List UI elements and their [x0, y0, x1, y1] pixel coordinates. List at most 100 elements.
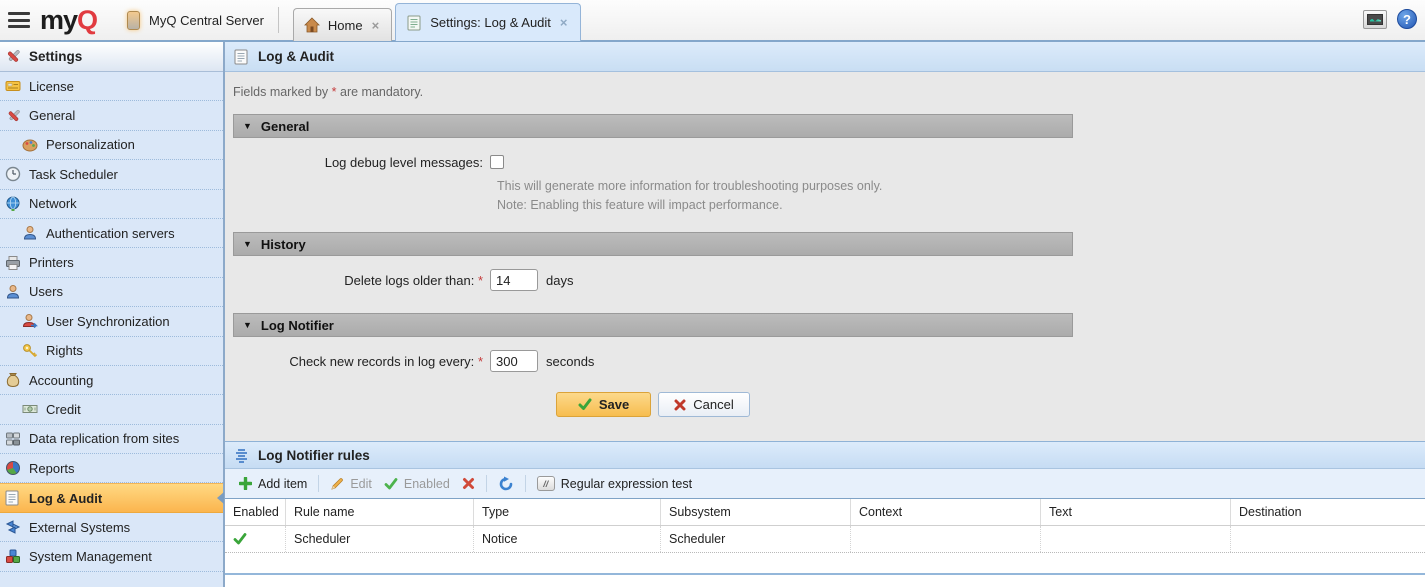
column-header-context[interactable]: Context: [851, 499, 1041, 525]
sidebar-item-label: Printers: [29, 255, 74, 270]
sidebar-item-data-replication[interactable]: Data replication from sites: [0, 425, 223, 454]
debug-checkbox[interactable]: [490, 155, 504, 169]
sidebar-item-label: Authentication servers: [46, 226, 175, 241]
delete-logs-unit: days: [546, 273, 573, 288]
chevron-down-icon: ▼: [243, 239, 252, 249]
sidebar-item-label: Credit: [46, 402, 81, 417]
rules-header: Log Notifier rules: [225, 441, 1425, 469]
tools-icon: [4, 107, 21, 124]
sidebar-item-network[interactable]: Network: [0, 190, 223, 219]
divider: [486, 475, 487, 492]
add-item-button[interactable]: Add item: [233, 472, 313, 496]
sidebar-item-printers[interactable]: Printers: [0, 248, 223, 277]
subsystem-cell: Scheduler: [661, 526, 851, 552]
check-records-row: Check new records in log every: * second…: [225, 350, 1425, 372]
user-sync-icon: [21, 313, 38, 330]
column-header-subsystem[interactable]: Subsystem: [661, 499, 851, 525]
column-header-rule-name[interactable]: Rule name: [286, 499, 474, 525]
share-icon: [4, 519, 21, 536]
top-bar: myQ MyQ Central Server Home × Settings: …: [0, 0, 1425, 42]
close-icon[interactable]: ×: [558, 15, 570, 30]
mandatory-note: Fields marked by * are mandatory.: [233, 85, 1425, 101]
text-cell: [1041, 526, 1231, 552]
document-icon: [406, 14, 423, 31]
column-header-enabled[interactable]: Enabled: [225, 499, 286, 525]
sidebar-item-label: Data replication from sites: [29, 431, 179, 446]
destination-cell: [1231, 526, 1425, 552]
check-records-input[interactable]: [490, 350, 538, 372]
delete-logs-input[interactable]: [490, 269, 538, 291]
section-header-log-notifier[interactable]: ▼ Log Notifier: [233, 313, 1073, 337]
delete-logs-label: Delete logs older than: *: [225, 273, 490, 288]
section-header-general[interactable]: ▼ General: [233, 114, 1073, 138]
tab-label: Home: [328, 18, 363, 33]
sidebar-item-rights[interactable]: Rights: [0, 337, 223, 366]
sidebar-item-label: Accounting: [29, 373, 93, 388]
edit-button[interactable]: Edit: [324, 472, 378, 496]
sidebar-item-label: Task Scheduler: [29, 167, 118, 182]
collapse-arrow-icon[interactable]: [217, 492, 224, 504]
form-actions: Save Cancel: [233, 392, 1073, 417]
close-icon[interactable]: ×: [370, 18, 382, 33]
tab-home[interactable]: Home ×: [293, 8, 392, 41]
debug-help-2: Note: Enabling this feature will impact …: [497, 196, 1425, 215]
column-header-destination[interactable]: Destination: [1231, 499, 1425, 525]
sidebar-item-label: System Management: [29, 549, 152, 564]
enabled-button[interactable]: Enabled: [378, 472, 456, 496]
sidebar-item-system-management[interactable]: System Management: [0, 542, 223, 571]
save-button[interactable]: Save: [556, 392, 651, 417]
sidebar-item-log-audit[interactable]: Log & Audit: [0, 483, 223, 512]
refresh-button[interactable]: [492, 472, 520, 496]
tools-icon: [4, 48, 21, 65]
delete-button[interactable]: [456, 472, 481, 496]
sidebar-item-label: Rights: [46, 343, 83, 358]
divider: [278, 7, 279, 33]
table-header-row: Enabled Rule name Type Subsystem Context…: [225, 499, 1425, 526]
app-window: myQ MyQ Central Server Home × Settings: …: [0, 0, 1425, 587]
cancel-button[interactable]: Cancel: [658, 392, 750, 417]
sidebar-item-users[interactable]: Users: [0, 278, 223, 307]
divider: [525, 475, 526, 492]
sidebar-item-label: Log & Audit: [29, 491, 102, 506]
help-icon[interactable]: ?: [1397, 9, 1417, 29]
menu-icon[interactable]: [8, 12, 30, 28]
sidebar-item-general[interactable]: General: [0, 101, 223, 130]
piechart-icon: [4, 460, 21, 477]
server-selector[interactable]: MyQ Central Server: [125, 12, 278, 29]
column-header-type[interactable]: Type: [474, 499, 661, 525]
sidebar-item-user-synchronization[interactable]: User Synchronization: [0, 307, 223, 336]
sidebar-item-task-scheduler[interactable]: Task Scheduler: [0, 160, 223, 189]
tab-settings-log-audit[interactable]: Settings: Log & Audit ×: [395, 3, 580, 41]
globe-icon: [4, 195, 21, 212]
sidebar-item-credit[interactable]: Credit: [0, 395, 223, 424]
required-asterisk: *: [478, 273, 483, 288]
check-icon: [233, 533, 247, 545]
logo-accent: Q: [77, 5, 97, 35]
document-icon: [233, 48, 250, 65]
banknote-icon: [21, 401, 38, 418]
palette-icon: [21, 136, 38, 153]
tab-strip: Home × Settings: Log & Audit ×: [293, 0, 584, 41]
moneybag-icon: [4, 372, 21, 389]
sidebar-item-authentication-servers[interactable]: Authentication servers: [0, 219, 223, 248]
system-monitor-icon[interactable]: [1363, 10, 1387, 29]
sidebar-item-personalization[interactable]: Personalization: [0, 131, 223, 160]
table-row[interactable]: Scheduler Notice Scheduler: [225, 526, 1425, 553]
sidebar-item-accounting[interactable]: Accounting: [0, 366, 223, 395]
divider: [318, 475, 319, 492]
sidebar-item-external-systems[interactable]: External Systems: [0, 513, 223, 542]
sidebar-item-license[interactable]: License: [0, 72, 223, 101]
context-cell: [851, 526, 1041, 552]
printer-icon: [4, 254, 21, 271]
page-header: Log & Audit: [225, 42, 1425, 72]
key-icon: [21, 342, 38, 359]
regex-icon: //: [537, 476, 555, 491]
section-header-history[interactable]: ▼ History: [233, 232, 1073, 256]
sidebar-item-reports[interactable]: Reports: [0, 454, 223, 483]
column-header-text[interactable]: Text: [1041, 499, 1231, 525]
regex-test-button[interactable]: // Regular expression test: [531, 472, 698, 496]
sidebar-item-label: External Systems: [29, 520, 130, 535]
sidebar-item-label: License: [29, 79, 74, 94]
tab-label: Settings: Log & Audit: [430, 15, 551, 30]
sidebar-item-label: User Synchronization: [46, 314, 170, 329]
